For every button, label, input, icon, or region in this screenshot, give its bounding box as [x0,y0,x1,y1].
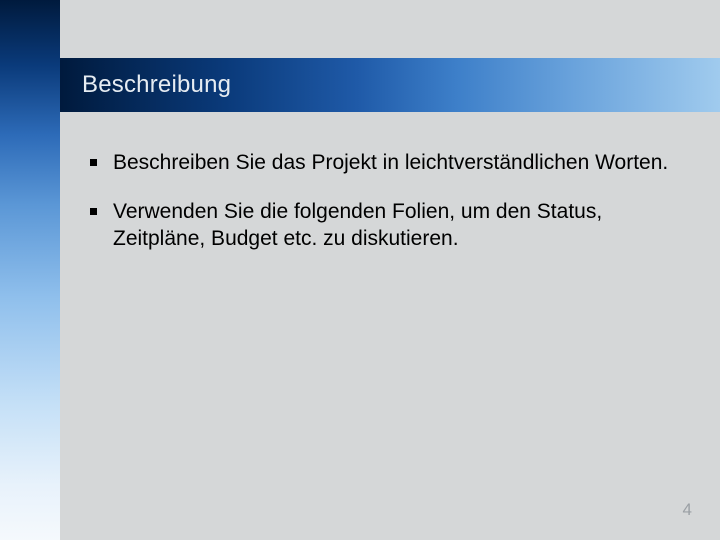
bullet-icon [90,208,97,215]
title-bar: Beschreibung [60,58,720,112]
content-area: Beschreiben Sie das Projekt in leichtver… [90,150,680,275]
bullet-icon [90,159,97,166]
side-gradient-bar [0,0,60,540]
list-item: Verwenden Sie die folgenden Folien, um d… [90,199,680,253]
slide-title: Beschreibung [82,71,231,99]
bullet-text: Beschreiben Sie das Projekt in leichtver… [113,150,668,177]
page-number: 4 [683,500,692,520]
list-item: Beschreiben Sie das Projekt in leichtver… [90,150,680,177]
bullet-text: Verwenden Sie die folgenden Folien, um d… [113,199,680,253]
